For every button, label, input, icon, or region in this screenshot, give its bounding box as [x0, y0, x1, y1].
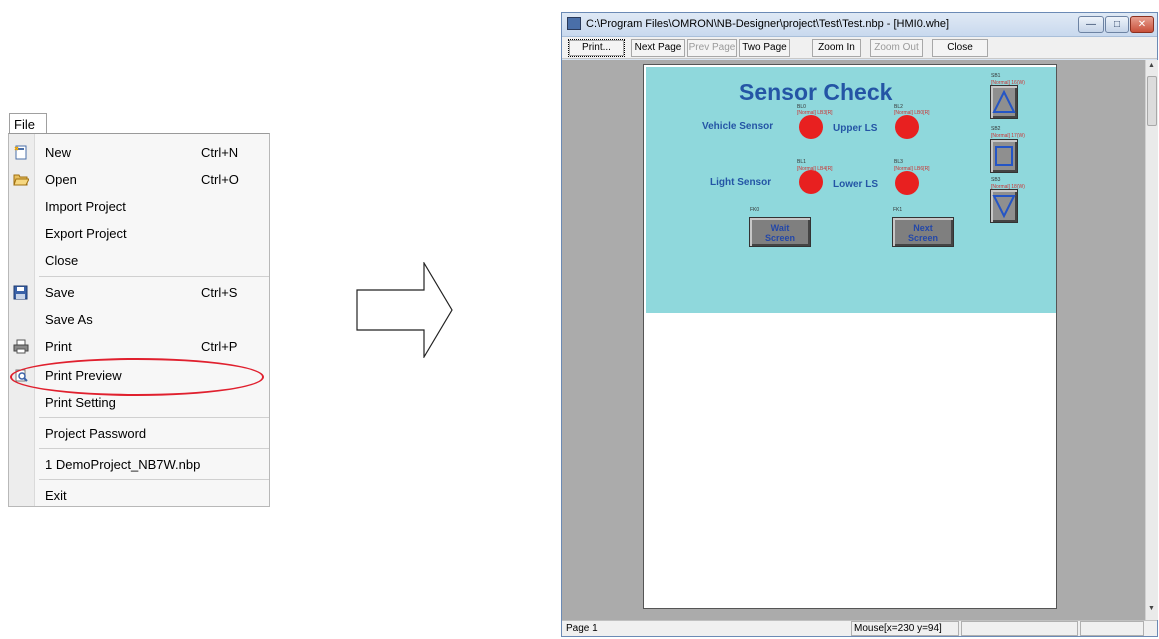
status-panel — [961, 621, 1078, 636]
menu-item-export-project[interactable]: Export Project — [9, 221, 269, 247]
square-icon — [995, 146, 1013, 166]
menu-shortcut: Ctrl+P — [201, 339, 238, 354]
switch-id: SB1 — [991, 73, 1001, 79]
preview-area[interactable]: Sensor Check BL0 [Normal] LB3[R] Vehicle… — [562, 60, 1145, 620]
new-document-icon — [13, 145, 29, 160]
menu-item-new[interactable]: New Ctrl+N — [9, 140, 269, 166]
printer-icon — [13, 339, 29, 354]
close-preview-button[interactable]: Close — [932, 39, 988, 57]
menu-label: Export Project — [45, 226, 127, 241]
close-window-button[interactable]: ✕ — [1130, 16, 1154, 33]
vehicle-sensor-label: Vehicle Sensor — [702, 121, 774, 132]
wait-screen-button: Wait Screen — [749, 217, 811, 247]
switch-id: SB3 — [991, 177, 1001, 183]
vertical-scrollbar[interactable]: ▲ ▼ — [1145, 60, 1158, 620]
menu-shortcut: Ctrl+S — [201, 285, 238, 300]
menu-separator — [39, 448, 269, 449]
menu-label: Save As — [45, 312, 93, 327]
fk-line2: Screen — [764, 233, 796, 243]
status-bar: Page 1 Mouse[x=230 y=94] — [562, 620, 1157, 636]
menu-item-exit[interactable]: Exit — [9, 483, 269, 509]
menu-shortcut: Ctrl+O — [201, 172, 239, 187]
lamp-bl1 — [799, 170, 823, 194]
next-screen-button: Next Screen — [892, 217, 954, 247]
menu-item-print[interactable]: Print Ctrl+P — [9, 334, 269, 360]
menu-separator — [39, 276, 269, 277]
preview-toolbar: Print... Next Page Prev Page Two Page Zo… — [562, 37, 1157, 59]
print-preview-highlight-ellipse — [10, 358, 264, 396]
right-arrow-icon — [356, 262, 453, 358]
file-menu: New Ctrl+N Open Ctrl+O Import Project Ex… — [8, 133, 270, 507]
menu-label: Save — [45, 285, 75, 300]
floppy-disk-icon — [13, 285, 29, 300]
print-button[interactable]: Print... — [568, 39, 625, 57]
window-title: C:\Program Files\OMRON\NB-Designer\proje… — [586, 18, 950, 30]
triangle-up-icon — [992, 89, 1016, 113]
lamp-bl0 — [799, 115, 823, 139]
maximize-button[interactable]: □ — [1105, 16, 1129, 33]
menu-label: New — [45, 145, 72, 160]
fk-id: FK0 — [750, 207, 760, 213]
lamp-address: LB4[R] — [817, 166, 833, 172]
status-mouse-position: Mouse[x=230 y=94] — [851, 621, 959, 636]
minimize-button[interactable]: — — [1078, 16, 1104, 33]
upper-ls-label: Upper LS — [833, 123, 878, 134]
next-page-button[interactable]: Next Page — [631, 39, 685, 57]
light-sensor-label: Light Sensor — [710, 177, 772, 188]
stop-switch — [990, 139, 1018, 173]
menu-item-save-as[interactable]: Save As — [9, 307, 269, 333]
lamp-address: LB3[R] — [817, 110, 833, 116]
menu-item-open[interactable]: Open Ctrl+O — [9, 167, 269, 193]
menu-label: Close — [45, 253, 79, 268]
menu-separator — [39, 417, 269, 418]
file-tab-label: File — [14, 117, 35, 132]
file-menu-tab[interactable]: File — [9, 113, 47, 134]
app-icon — [567, 17, 581, 30]
menu-label: 1 DemoProject_NB7W.nbp — [45, 457, 201, 472]
menu-label: Print Setting — [45, 395, 116, 410]
menu-label: Print — [45, 339, 72, 354]
lamp-id: BL1 — [797, 159, 806, 165]
title-bar[interactable]: C:\Program Files\OMRON\NB-Designer\proje… — [562, 13, 1157, 37]
menu-item-close[interactable]: Close — [9, 248, 269, 274]
prev-page-button[interactable]: Prev Page — [687, 39, 737, 57]
lamp-id: BL3 — [894, 159, 903, 165]
menu-separator — [39, 479, 269, 480]
lower-ls-label: Lower LS — [833, 179, 879, 190]
down-switch — [990, 189, 1018, 223]
lamp-bl3 — [895, 171, 919, 195]
zoom-in-button[interactable]: Zoom In — [812, 39, 861, 57]
screen-title: Sensor Check — [739, 79, 893, 105]
menu-item-recent-file[interactable]: 1 DemoProject_NB7W.nbp — [9, 452, 269, 478]
fk-line1: Wait — [770, 223, 790, 233]
fk-id: FK1 — [893, 207, 903, 213]
print-preview-window: C:\Program Files\OMRON\NB-Designer\proje… — [561, 12, 1158, 637]
menu-label: Open — [45, 172, 77, 187]
menu-label: Import Project — [45, 199, 126, 214]
preview-page: Sensor Check BL0 [Normal] LB3[R] Vehicle… — [643, 64, 1057, 609]
two-page-button[interactable]: Two Page — [739, 39, 790, 57]
lamp-bl2 — [895, 115, 919, 139]
hmi-screen: Sensor Check BL0 [Normal] LB3[R] Vehicle… — [646, 67, 1056, 313]
fk-line2: Screen — [907, 233, 939, 243]
menu-item-project-password[interactable]: Project Password — [9, 421, 269, 447]
status-panel — [1080, 621, 1144, 636]
zoom-out-button[interactable]: Zoom Out — [870, 39, 923, 57]
status-page: Page 1 — [566, 623, 598, 634]
scroll-thumb[interactable] — [1147, 76, 1157, 126]
triangle-down-icon — [992, 195, 1016, 219]
lamp-address: LB0[R] — [914, 110, 930, 116]
up-switch — [990, 85, 1018, 119]
menu-label: Exit — [45, 488, 67, 503]
menu-item-import-project[interactable]: Import Project — [9, 194, 269, 220]
scroll-up-icon[interactable]: ▲ — [1148, 62, 1155, 69]
fk-line1: Next — [913, 223, 933, 233]
menu-item-save[interactable]: Save Ctrl+S — [9, 280, 269, 306]
open-folder-icon — [13, 172, 30, 187]
menu-shortcut: Ctrl+N — [201, 145, 239, 160]
menu-label: Project Password — [45, 426, 147, 441]
switch-id: SB2 — [991, 126, 1001, 132]
lamp-address: LB6[R] — [914, 166, 930, 172]
scroll-down-icon[interactable]: ▼ — [1148, 605, 1155, 612]
